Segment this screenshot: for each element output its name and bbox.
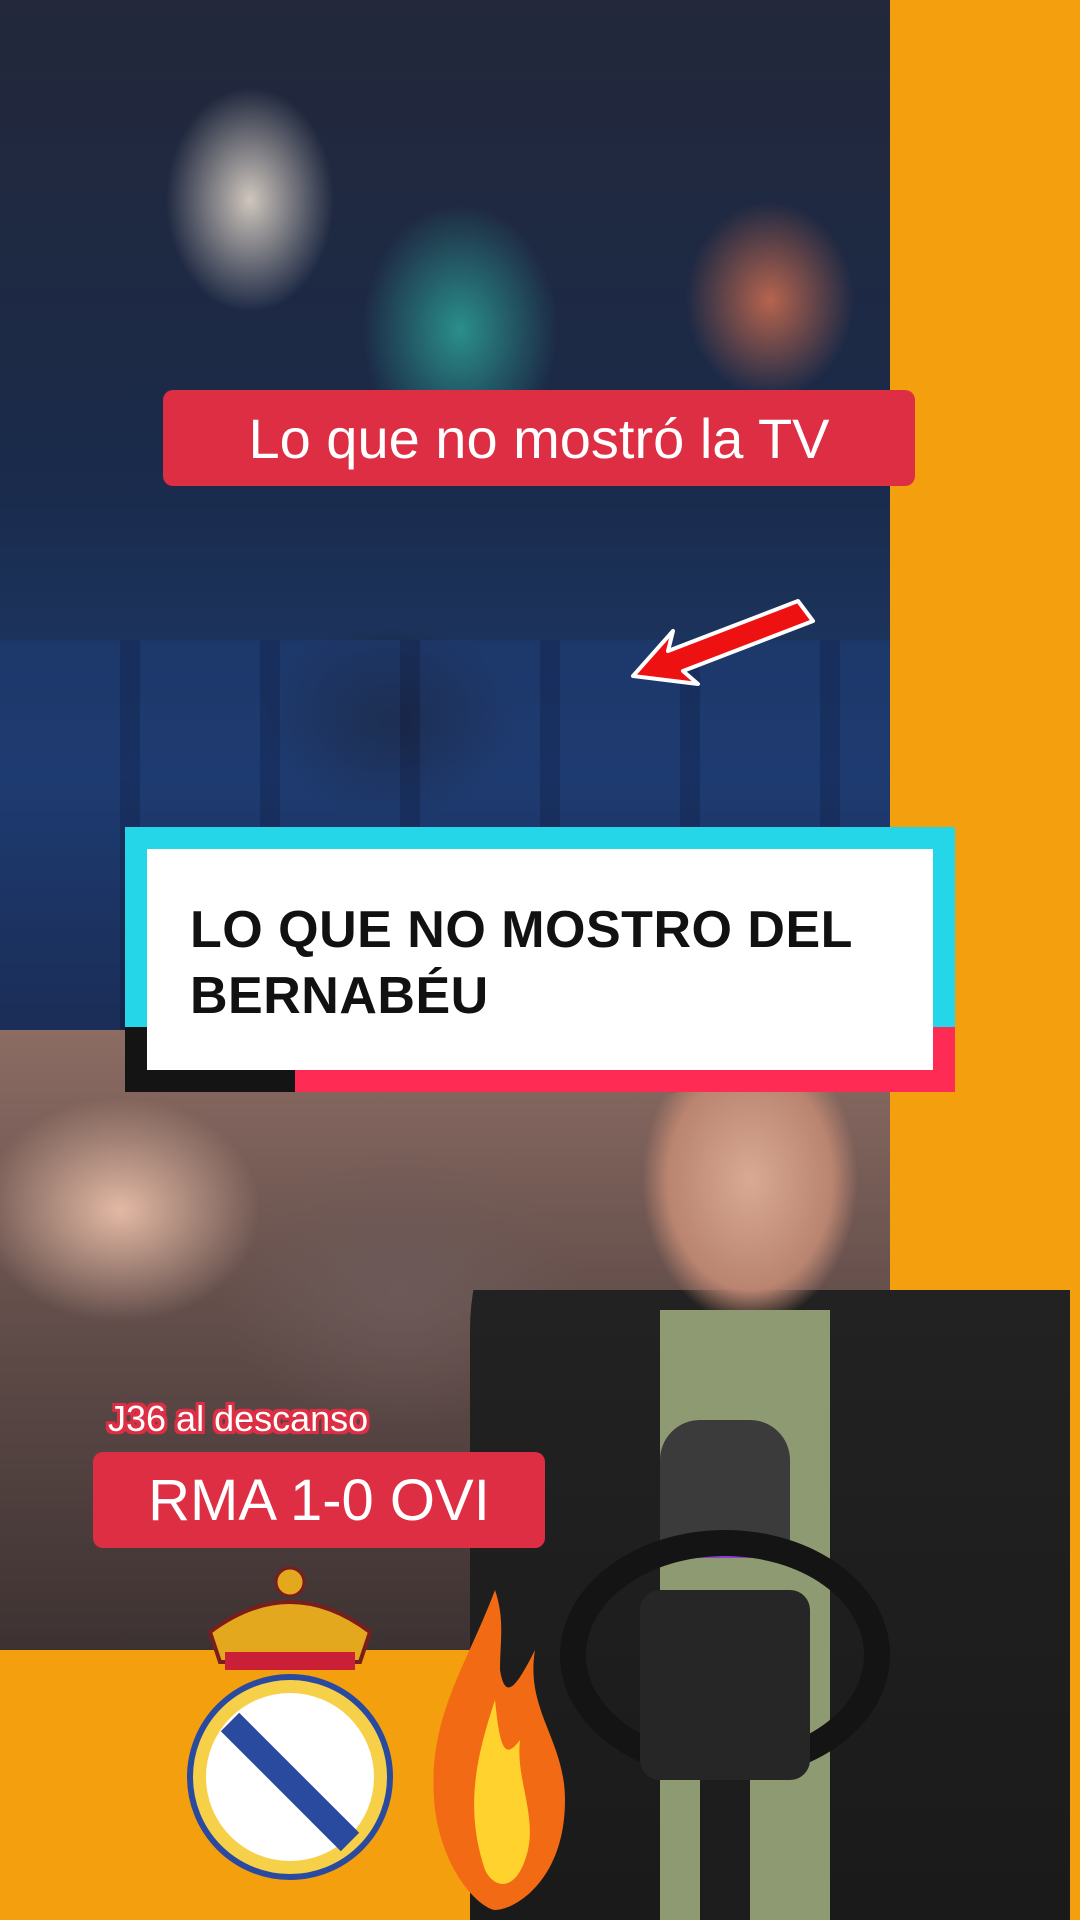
score-text: RMA 1-0 OVI <box>148 1467 490 1533</box>
real-madrid-crest-icon <box>187 1566 393 1880</box>
top-label-text: Lo que no mostró la TV <box>248 406 830 470</box>
title-line-1: LO QUE NO MOSTRO DEL <box>190 901 853 959</box>
fire-icon <box>433 1590 565 1910</box>
title-card: LO QUE NO MOSTRO DEL BERNABÉU <box>125 827 955 1092</box>
score-label: RMA 1-0 OVI <box>93 1452 545 1548</box>
microphone-body <box>640 1590 810 1780</box>
matchday-label: J36 al descanso <box>108 1398 369 1439</box>
red-arrow-icon <box>631 599 815 686</box>
top-label: Lo que no mostró la TV <box>163 390 915 486</box>
microphone-stand <box>700 1780 750 1920</box>
microphone-image <box>560 1420 890 1920</box>
title-text: LO QUE NO MOSTRO DEL BERNABÉU <box>190 897 930 1029</box>
title-line-2: BERNABÉU <box>190 967 489 1025</box>
